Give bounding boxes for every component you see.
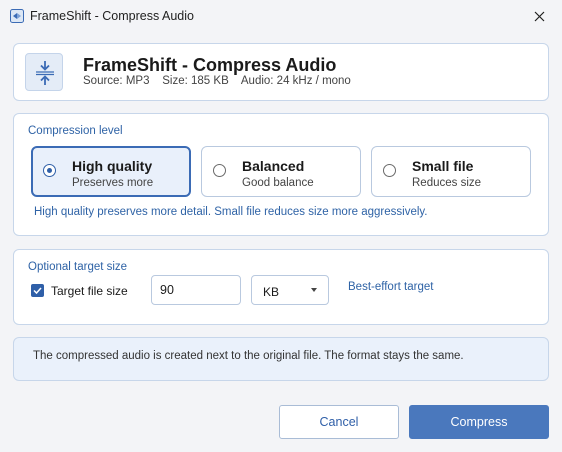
radio-small-file[interactable] xyxy=(383,164,396,177)
title-bar: FrameShift - Compress Audio xyxy=(0,0,562,32)
compression-level-label: Compression level xyxy=(28,125,123,137)
option-subtitle: Reduces size xyxy=(412,177,482,189)
unit-select[interactable]: KB xyxy=(251,275,329,305)
unit-select-value: KB xyxy=(263,285,280,299)
target-size-checkbox-label: Target file size xyxy=(51,284,128,298)
option-subtitle: Good balance xyxy=(242,177,314,189)
target-size-input[interactable] xyxy=(151,275,241,305)
option-high-quality[interactable]: High quality Preserves more xyxy=(31,146,191,197)
chevron-down-icon xyxy=(311,288,317,292)
close-button[interactable] xyxy=(516,0,562,32)
close-icon xyxy=(534,11,544,21)
option-balanced[interactable]: Balanced Good balance xyxy=(201,146,361,197)
compression-level-card: Compression level High quality Preserves… xyxy=(13,113,549,236)
compression-help-text: High quality preserves more detail. Smal… xyxy=(34,206,428,218)
compress-button[interactable]: Compress xyxy=(409,405,549,439)
target-size-checkbox[interactable] xyxy=(31,284,44,297)
target-size-card: Optional target size Target file size KB… xyxy=(13,249,549,325)
option-title: Small file xyxy=(412,158,474,174)
app-icon xyxy=(10,9,24,23)
info-text: The compressed audio is created next to … xyxy=(33,350,464,362)
option-small-file[interactable]: Small file Reduces size xyxy=(371,146,531,197)
target-note: Best-effort target xyxy=(348,281,434,293)
source-info: Source: MP3 Size: 185 KB Audio: 24 kHz /… xyxy=(83,75,351,87)
window-title: FrameShift - Compress Audio xyxy=(30,9,194,23)
target-size-label: Optional target size xyxy=(28,261,128,273)
info-banner: The compressed audio is created next to … xyxy=(13,337,549,381)
radio-high-quality[interactable] xyxy=(43,164,56,177)
radio-balanced[interactable] xyxy=(213,164,226,177)
compress-icon xyxy=(25,53,63,91)
header-title: FrameShift - Compress Audio xyxy=(83,55,337,75)
cancel-button[interactable]: Cancel xyxy=(279,405,399,439)
checkmark-icon xyxy=(33,287,42,295)
option-title: Balanced xyxy=(242,158,305,174)
header-card: FrameShift - Compress Audio Source: MP3 … xyxy=(13,43,549,101)
option-subtitle: Preserves more xyxy=(72,177,154,189)
option-title: High quality xyxy=(72,158,153,174)
